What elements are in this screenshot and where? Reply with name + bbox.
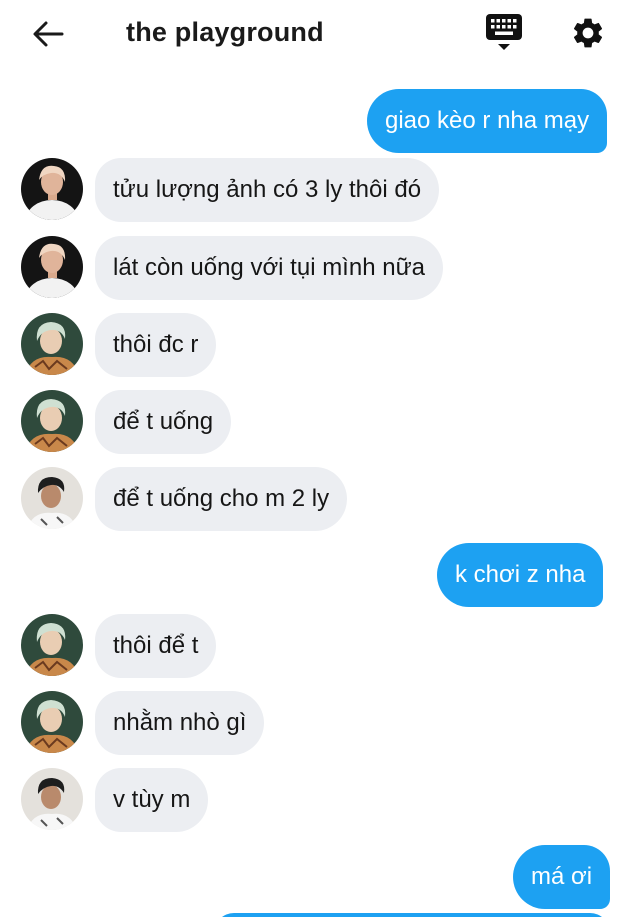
message-text: giao kèo r nha mạy [385, 107, 590, 134]
message-text: tửu lượng ảnh có 3 ly thôi đó [113, 176, 422, 203]
gear-icon [570, 15, 606, 56]
outgoing-message[interactable]: má ơi [513, 845, 611, 909]
incoming-message[interactable]: v tùy m [95, 768, 209, 832]
incoming-message[interactable]: để t uống cho m 2 ly [95, 467, 348, 531]
incoming-message[interactable]: lát còn uống với tụi mình nữa [95, 236, 443, 300]
arrow-left-icon [32, 20, 64, 53]
keyboard-button[interactable] [482, 12, 526, 56]
avatar-user-b[interactable] [21, 390, 83, 452]
avatar-user-b[interactable] [21, 614, 83, 676]
avatar-user-c[interactable] [21, 467, 83, 529]
conversation-title: the playground [126, 17, 324, 47]
message-text: k chơi z nha [455, 561, 586, 588]
avatar-user-a[interactable] [21, 236, 83, 298]
avatar-user-a[interactable] [21, 158, 83, 220]
message-text: má ơi [531, 863, 593, 890]
message-text: để t uống [113, 408, 214, 435]
settings-button[interactable] [566, 13, 610, 57]
incoming-message[interactable]: nhằm nhò gì [95, 691, 265, 755]
avatar-user-b[interactable] [21, 691, 83, 753]
message-text: nhằm nhò gì [113, 709, 247, 736]
chat-screen: the playground giao kèo r nha mạy tửu lư… [0, 0, 630, 917]
back-button[interactable] [26, 14, 70, 58]
outgoing-message[interactable]: k chơi z nha [437, 543, 604, 607]
incoming-message[interactable]: thôi đc r [95, 313, 217, 377]
incoming-message[interactable]: tửu lượng ảnh có 3 ly thôi đó [95, 158, 440, 222]
avatar-user-c[interactable] [21, 768, 83, 830]
message-text: v tùy m [113, 786, 191, 813]
message-text: lát còn uống với tụi mình nữa [113, 254, 425, 281]
keyboard-icon [485, 12, 523, 57]
avatar-user-b[interactable] [21, 313, 83, 375]
outgoing-message[interactable]: giao kèo r nha mạy [367, 89, 608, 153]
message-text: thôi để t [113, 632, 199, 659]
message-text: thôi đc r [113, 331, 199, 358]
partial-outgoing-message[interactable] [214, 913, 610, 917]
incoming-message[interactable]: thôi để t [95, 614, 217, 678]
chat-header: the playground [0, 0, 630, 70]
message-text: để t uống cho m 2 ly [113, 485, 330, 512]
incoming-message[interactable]: để t uống [95, 390, 232, 454]
